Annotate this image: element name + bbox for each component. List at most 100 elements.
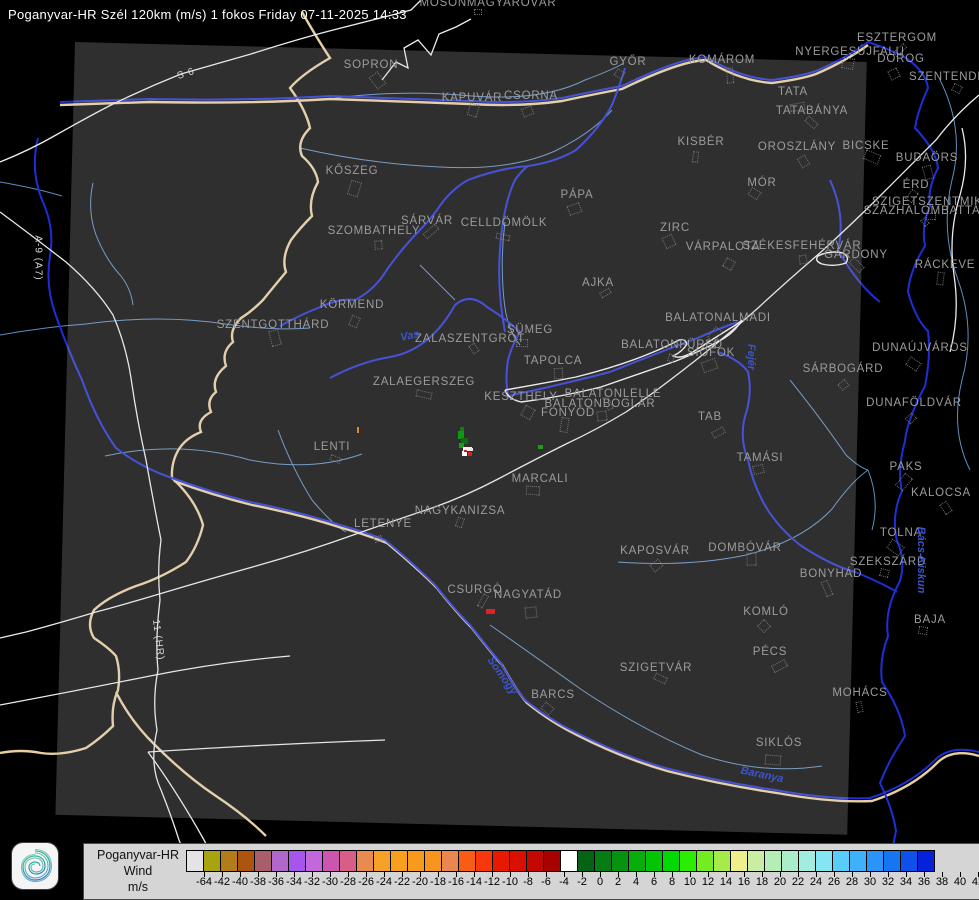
city-label: SIKLÓS — [756, 737, 802, 749]
tick-label: -26 — [358, 876, 374, 888]
settlement-outline — [918, 626, 928, 635]
color-swatch — [373, 850, 391, 872]
color-swatch — [849, 850, 867, 872]
tick-label: -12 — [484, 876, 500, 888]
county-label: Somogy — [485, 655, 520, 697]
city-label: DUNAFÖLDVÁR — [866, 397, 962, 409]
city-label: ÉRD — [903, 179, 930, 191]
city-label: SZENTENDRE — [909, 71, 979, 83]
tick-label: -14 — [466, 876, 482, 888]
tick-label: -16 — [448, 876, 464, 888]
color-swatch — [203, 850, 221, 872]
city-label: CSORNA — [504, 90, 558, 102]
city-label: BUDAÖRS — [896, 152, 958, 164]
city-label: TAB — [698, 411, 722, 423]
settlement-outline — [765, 754, 782, 765]
city-label: CELLDÖMÖLK — [461, 217, 548, 229]
city-label: MOHÁCS — [832, 687, 887, 699]
city-label: ZIRC — [660, 222, 690, 234]
city-label: SÁRBOGÁRD — [803, 363, 884, 375]
map-label-layer: MOSONMAGYARÓVÁRSOPRONKAPUVÁRCSORNAGYŐRKO… — [0, 0, 979, 900]
tick-label: 40 — [954, 876, 966, 888]
city-label: PÁPA — [560, 189, 593, 201]
settlement-outline — [726, 67, 734, 84]
settlement-outline — [886, 539, 905, 557]
tick-label: 34 — [900, 876, 912, 888]
county-label: Fejér — [745, 344, 757, 370]
tick-label: 4 — [633, 876, 639, 888]
tick-label: 38 — [936, 876, 948, 888]
settlement-outline — [771, 659, 788, 673]
tick-label: 28 — [846, 876, 858, 888]
city-label: KALOCSA — [911, 487, 971, 499]
map-title: Poganyvar-HR Szél 120km (m/s) 1 fokos Fr… — [8, 7, 407, 22]
road-label: A-9 (A7) — [33, 235, 44, 280]
color-swatch — [424, 850, 442, 872]
city-label: BONYHÁD — [800, 568, 862, 580]
city-label: ESZTERGOM — [857, 32, 937, 44]
color-swatch — [883, 850, 901, 872]
legend-quantity: Wind — [90, 863, 186, 879]
settlement-outline — [540, 701, 554, 715]
tick-label: -30 — [322, 876, 338, 888]
city-label: RÁCKEVE — [915, 259, 976, 271]
color-swatch — [305, 850, 323, 872]
settlement-outline — [526, 486, 540, 496]
settlement-outline — [649, 559, 663, 573]
settlement-outline — [329, 454, 341, 464]
color-swatch — [611, 850, 629, 872]
tick-label: 32 — [882, 876, 894, 888]
color-swatch — [526, 850, 544, 872]
settlement-outline — [936, 272, 945, 286]
color-swatch — [407, 850, 425, 872]
settlement-outline — [415, 389, 432, 399]
city-label: SÁRVÁR — [401, 215, 453, 227]
city-label: GYŐR — [609, 56, 646, 68]
city-label: SIÓFOK — [687, 347, 735, 359]
city-label: OROSZLÁNY — [758, 141, 836, 153]
county-label: Baranya — [740, 765, 785, 786]
settlement-outline — [520, 405, 535, 421]
settlement-outline — [567, 202, 583, 216]
city-label: MOSONMAGYARÓVÁR — [419, 0, 556, 9]
settlement-outline — [804, 116, 818, 130]
city-label: KÖRMEND — [320, 299, 384, 311]
radar-map-screen: MOSONMAGYARÓVÁRSOPRONKAPUVÁRCSORNAGYŐRKO… — [0, 0, 979, 900]
colorbar — [186, 850, 934, 872]
settlement-outline — [879, 568, 890, 578]
color-swatch — [390, 850, 408, 872]
city-label: AJKA — [582, 277, 614, 289]
settlement-outline — [939, 501, 952, 515]
settlement-outline — [369, 71, 387, 90]
settlement-outline — [798, 254, 807, 264]
color-swatch — [186, 850, 204, 872]
tick-label: -10 — [502, 876, 518, 888]
settlement-outline — [722, 257, 736, 271]
tick-label: 0 — [597, 876, 603, 888]
color-swatch — [271, 850, 289, 872]
tick-label: -20 — [412, 876, 428, 888]
road-label: S 6 — [176, 66, 197, 82]
tick-label: 2 — [615, 876, 621, 888]
city-label: KOMÁROM — [689, 54, 755, 66]
tick-label: -4 — [559, 876, 569, 888]
color-swatch — [764, 850, 782, 872]
color-swatch — [577, 850, 595, 872]
city-label: DOROG — [877, 53, 924, 65]
tick-label: -40 — [232, 876, 248, 888]
color-swatch — [220, 850, 238, 872]
tick-label: 30 — [864, 876, 876, 888]
tick-label: 12 — [702, 876, 714, 888]
color-swatch — [628, 850, 646, 872]
city-label: ZALASZENTGRÓT — [415, 333, 525, 345]
settlement-outline — [905, 412, 917, 424]
color-swatch — [645, 850, 663, 872]
city-label: TAMÁSI — [737, 452, 784, 464]
color-swatch — [679, 850, 697, 872]
settlement-outline — [599, 288, 612, 299]
settlement-outline — [554, 368, 564, 379]
county-label: Bács-Kiskun — [915, 527, 927, 594]
color-swatch — [798, 850, 816, 872]
color-swatch — [730, 850, 748, 872]
tick-label: 16 — [738, 876, 750, 888]
